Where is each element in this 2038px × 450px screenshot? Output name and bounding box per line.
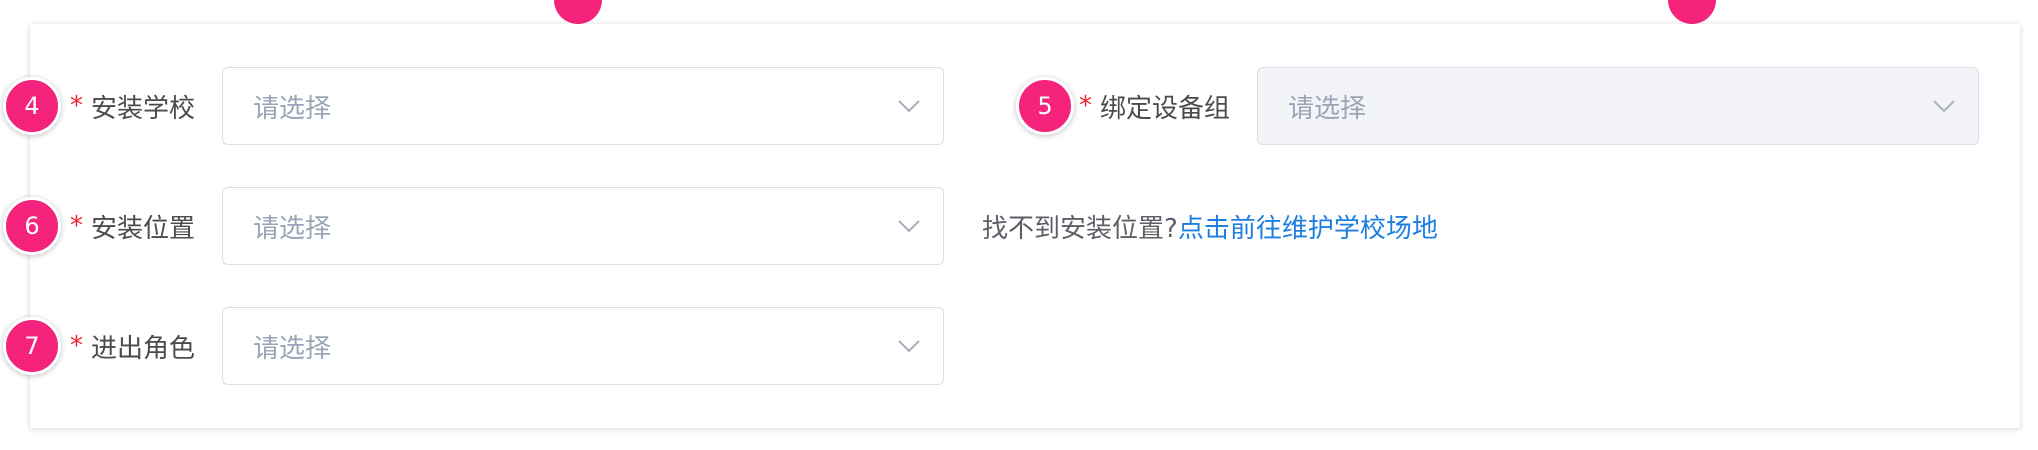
required-mark: * (70, 211, 83, 241)
install-location-placeholder: 请选择 (253, 213, 332, 244)
required-mark: * (1079, 91, 1092, 121)
step-badge-6: 6 (3, 197, 61, 255)
install-location-hint-text: 找不到安装位置? (982, 213, 1178, 244)
install-location-hint: 找不到安装位置? 点击前往维护学校场地 (982, 206, 1438, 246)
install-school-placeholder: 请选择 (253, 93, 332, 124)
badge-marker-partial-right (1668, 0, 1716, 24)
device-group-label-text: 绑定设备组 (1100, 93, 1231, 124)
step-badge-5: 5 (1016, 77, 1074, 135)
device-group-label: * 绑定设备组 (1079, 86, 1230, 126)
install-location-label-text: 安装位置 (91, 213, 196, 244)
required-mark: * (70, 91, 83, 121)
chevron-down-icon (1933, 100, 1955, 113)
step-badge-7: 7 (3, 317, 61, 375)
access-role-select[interactable]: 请选择 (222, 307, 944, 385)
access-role-placeholder: 请选择 (253, 333, 332, 364)
device-group-select[interactable]: 请选择 (1257, 67, 1979, 145)
device-group-placeholder: 请选择 (1288, 93, 1367, 124)
screenshot-stage: 4 * 安装学校 请选择 5 * 绑定设备组 请选择 6 * 安装位置 请选择 … (0, 0, 2038, 450)
install-school-label: * 安装学校 (70, 86, 195, 126)
install-school-select[interactable]: 请选择 (222, 67, 944, 145)
chevron-down-icon (898, 220, 920, 233)
maintain-school-venue-link[interactable]: 点击前往维护学校场地 (1178, 208, 1438, 245)
badge-marker-partial-left (554, 0, 602, 24)
chevron-down-icon (898, 340, 920, 353)
access-role-label-text: 进出角色 (91, 333, 196, 364)
chevron-down-icon (898, 100, 920, 113)
required-mark: * (70, 331, 83, 361)
access-role-label: * 进出角色 (70, 326, 195, 366)
step-badge-4: 4 (3, 77, 61, 135)
install-school-label-text: 安装学校 (91, 93, 196, 124)
install-location-label: * 安装位置 (70, 206, 195, 246)
install-location-select[interactable]: 请选择 (222, 187, 944, 265)
